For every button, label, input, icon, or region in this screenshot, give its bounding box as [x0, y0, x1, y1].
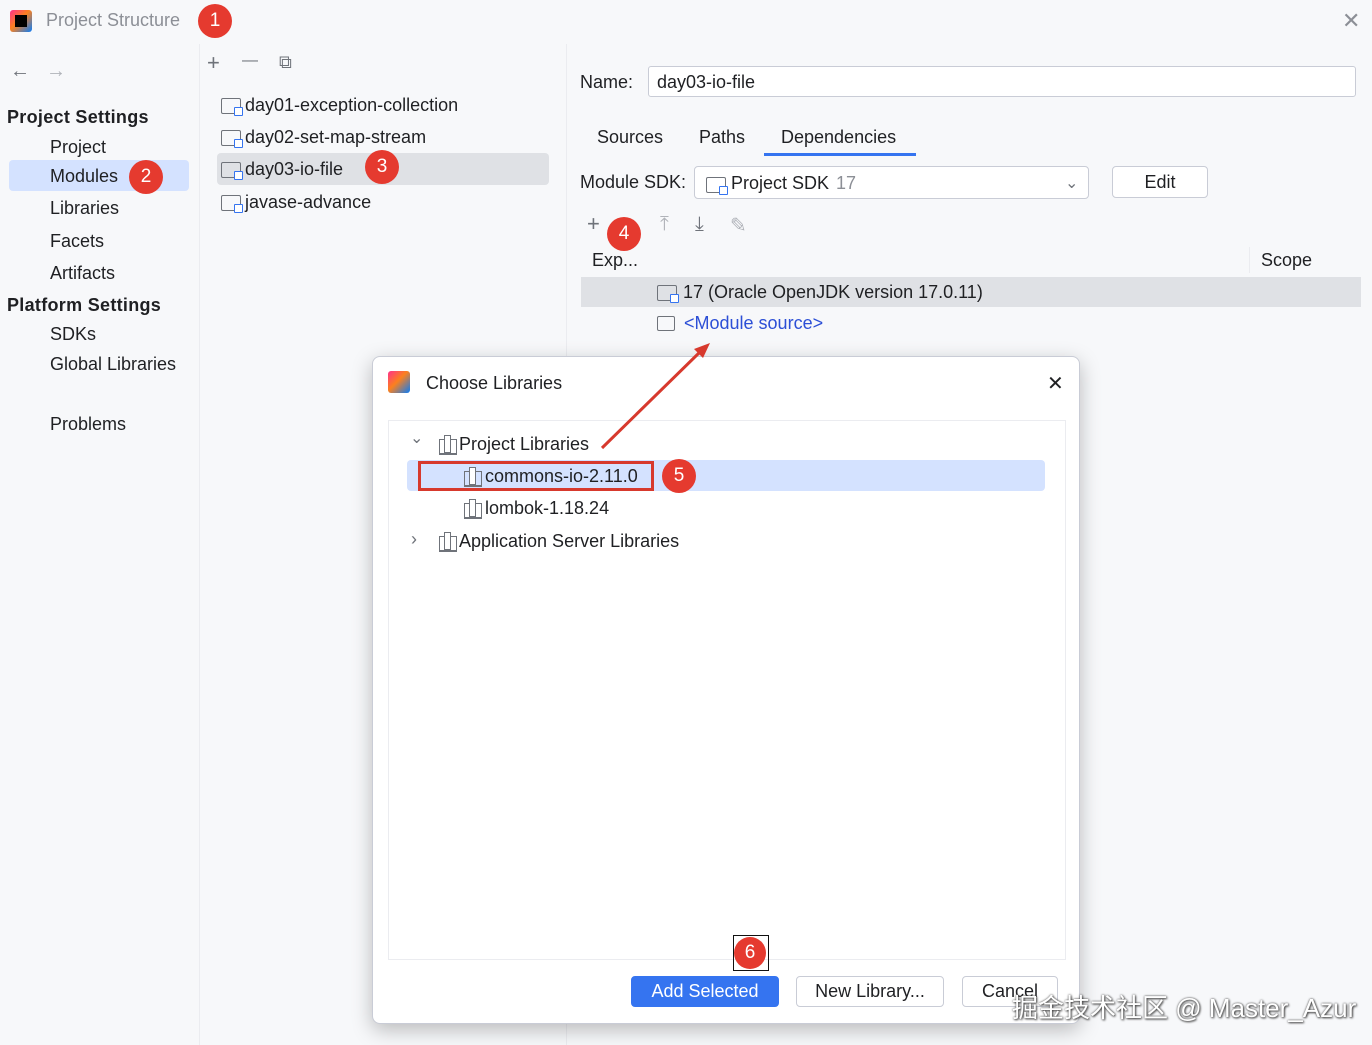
- annotation-arrow: [600, 343, 710, 450]
- annotation-badge-6: 6: [734, 937, 766, 969]
- watermark: 掘金技术社区 @ Master_Azur: [1012, 993, 1357, 1023]
- add-selected-button[interactable]: Add Selected: [631, 976, 779, 1007]
- new-library-button[interactable]: New Library...: [796, 976, 944, 1007]
